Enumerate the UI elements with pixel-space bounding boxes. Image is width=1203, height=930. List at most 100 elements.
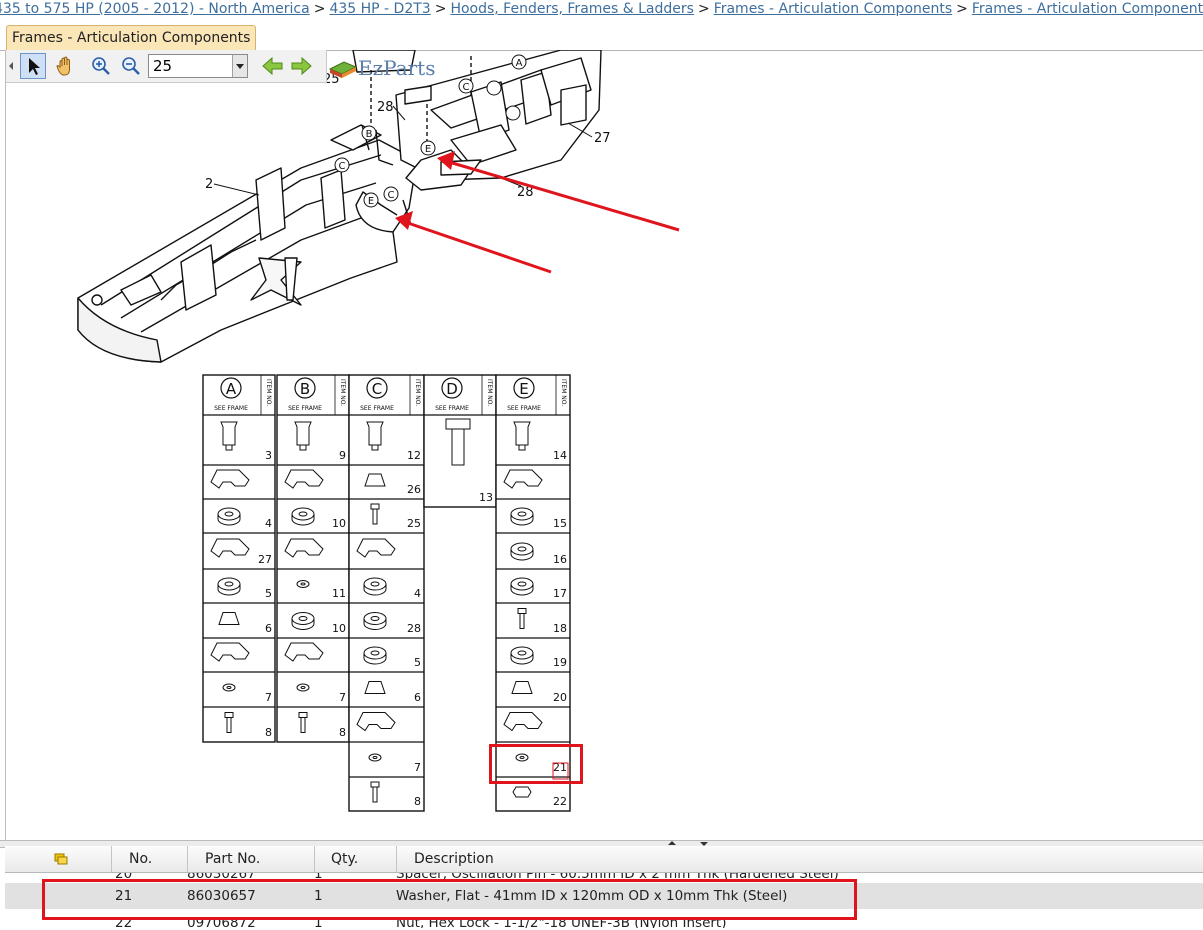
see-frame-caption: SEE FRAME <box>288 405 322 412</box>
see-frame-caption: SEE FRAME <box>360 405 394 412</box>
item-number-25: 25 <box>407 517 421 530</box>
part-ring-icon <box>510 542 534 561</box>
ezparts-logo: EzParts <box>328 56 435 80</box>
col-header-no[interactable]: No. <box>112 846 188 872</box>
part-ring-icon <box>291 507 315 526</box>
hand-icon[interactable] <box>52 53 78 79</box>
part-ring-icon <box>510 577 534 596</box>
toolbar-grip-icon <box>7 53 15 79</box>
item-number-5: 5 <box>265 587 272 600</box>
viewer-toolbar: 25 <box>6 50 327 83</box>
item-number-18: 18 <box>553 622 567 635</box>
item-number-6: 6 <box>265 622 272 635</box>
part-ring-icon <box>510 646 534 665</box>
item-number-12: 12 <box>407 449 421 462</box>
breadcrumb-separator: > <box>956 1 968 17</box>
callout-28: 28 <box>377 100 394 115</box>
callout-27: 27 <box>594 131 611 146</box>
bubble-c: C <box>339 161 346 172</box>
part-ring-icon <box>363 577 387 596</box>
item-number-10: 10 <box>332 517 346 530</box>
item-number-6: 6 <box>414 691 421 704</box>
zoom-level-select[interactable]: 25 <box>148 54 248 78</box>
zoom-level-value: 25 <box>153 57 173 75</box>
parts-list-grid: No. Part No. Qty. Description 20 8603026… <box>5 846 1203 930</box>
item-no-caption: ITEM NO. <box>414 379 421 406</box>
part-ring-icon <box>510 507 534 526</box>
part-smallring-icon <box>368 753 382 762</box>
item-no-caption: ITEM NO. <box>339 379 346 406</box>
item-number-8: 8 <box>339 726 346 739</box>
frame-column-c <box>348 374 425 812</box>
bubble-e2: E <box>368 196 374 207</box>
item-number-8: 8 <box>265 726 272 739</box>
item-number-9: 9 <box>339 449 346 462</box>
see-frame-caption: SEE FRAME <box>507 405 541 412</box>
col-header-description[interactable]: Description <box>397 846 1203 872</box>
part-smallring-icon <box>515 753 529 762</box>
part-cone-icon <box>511 681 533 694</box>
breadcrumb-separator: > <box>313 1 326 17</box>
see-frame-caption: SEE FRAME <box>435 405 469 412</box>
part-ring-icon <box>363 612 387 630</box>
ezparts-logo-icon <box>328 61 358 78</box>
item-number-27: 27 <box>258 553 272 566</box>
forward-arrow-icon[interactable] <box>288 53 314 79</box>
bubble-e: E <box>425 144 431 155</box>
bubble-a: A <box>516 58 523 69</box>
item-number-3: 3 <box>265 449 272 462</box>
frame-letter: E <box>519 380 528 398</box>
pointer-icon[interactable] <box>20 53 46 79</box>
frame-letter: B <box>300 380 310 398</box>
item-number-17: 17 <box>553 587 567 600</box>
zoom-in-icon[interactable] <box>88 53 114 79</box>
breadcrumb-link-model[interactable]: 435 to 575 HP (2005 - 2012) - North Amer… <box>0 1 310 17</box>
callout-2: 2 <box>205 177 213 192</box>
diagram-viewer[interactable]: 2 27 28 28 25 A B C C C E E A SEE FRAME IT… <box>5 50 1203 840</box>
breadcrumb-link-engine[interactable]: 435 HP - D2T3 <box>329 1 430 17</box>
part-ring-icon <box>217 577 241 596</box>
tab-bar: Frames - Articulation Components <box>0 22 1203 51</box>
item-number-7: 7 <box>339 691 346 704</box>
back-arrow-icon[interactable] <box>260 53 286 79</box>
chevron-down-icon[interactable] <box>232 55 247 77</box>
item-number-28: 28 <box>407 622 421 635</box>
part-cone-icon <box>364 473 386 487</box>
breadcrumb-separator: > <box>697 1 710 17</box>
frame-letter: C <box>372 380 382 398</box>
part-ring-icon <box>363 646 387 665</box>
breadcrumb-separator: > <box>434 1 447 17</box>
item-number-4: 4 <box>265 517 272 530</box>
item-number-7: 7 <box>414 761 421 774</box>
col-header-part-no[interactable]: Part No. <box>188 846 315 872</box>
bubble-c2: C <box>463 82 470 93</box>
highlight-row-21 <box>42 879 857 920</box>
breadcrumb-link-section[interactable]: Frames - Articulation Components <box>714 1 952 17</box>
item-number-16: 16 <box>553 553 567 566</box>
part-cone-icon <box>218 612 240 625</box>
part-smallring-icon <box>296 580 310 588</box>
item-number-26: 26 <box>407 483 421 496</box>
item-no-caption: ITEM NO. <box>486 379 493 406</box>
frame-column-b <box>276 374 350 743</box>
col-header-qty[interactable]: Qty. <box>315 846 397 872</box>
breadcrumb-link-category[interactable]: Hoods, Fenders, Frames & Ladders <box>450 1 694 17</box>
frame-letter: D <box>446 380 458 398</box>
item-number-15: 15 <box>553 517 567 530</box>
breadcrumb-link-current[interactable]: Frames - Articulation Components <box>972 1 1203 17</box>
exploded-parts-diagram: 2 27 28 28 25 A B C C C E E A SEE FRAME IT… <box>77 50 680 812</box>
tab-frames-articulation[interactable]: Frames - Articulation Components <box>6 25 257 50</box>
item-number-5: 5 <box>414 656 421 669</box>
part-nut-icon <box>512 786 532 798</box>
see-frame-caption: SEE FRAME <box>214 405 248 412</box>
ezparts-logo-text: EzParts <box>358 56 436 80</box>
part-ring-icon <box>291 612 315 630</box>
zoom-out-icon[interactable] <box>118 53 144 79</box>
item-number-14: 14 <box>553 449 567 462</box>
item-no-caption: ITEM NO. <box>560 379 567 406</box>
grid-header: No. Part No. Qty. Description <box>5 846 1203 873</box>
part-smallring-icon <box>296 683 310 692</box>
col-header-icon[interactable] <box>5 846 112 872</box>
item-number-4: 4 <box>414 587 421 600</box>
part-ring-icon <box>217 507 241 526</box>
